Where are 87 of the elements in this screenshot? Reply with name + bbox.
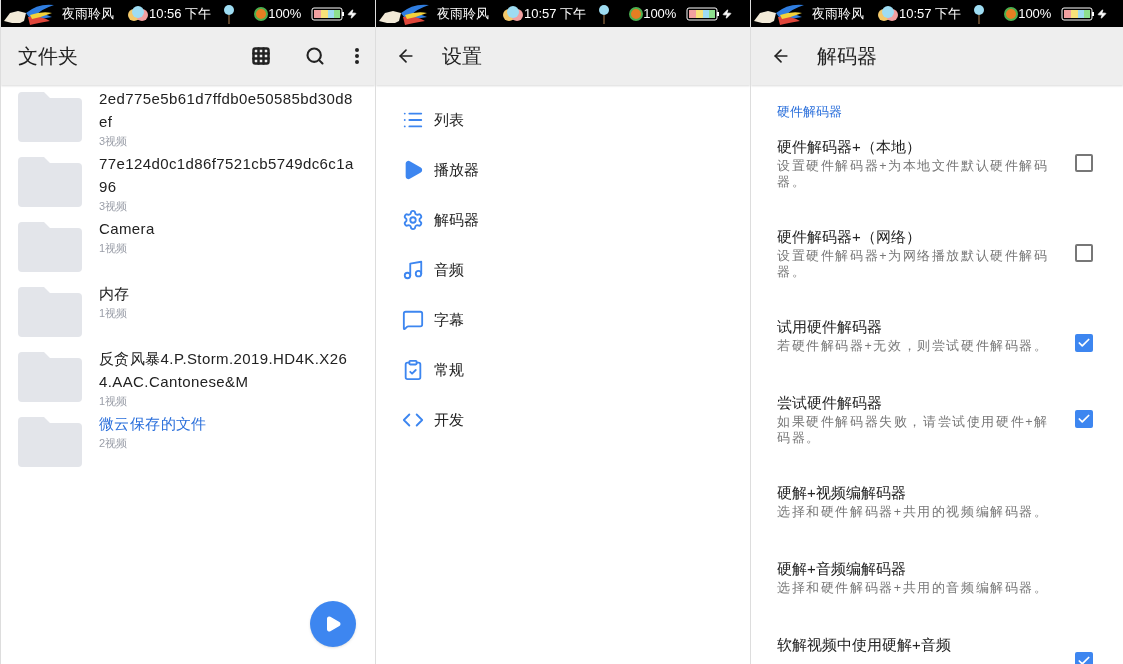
settings-menu-item[interactable]: 字幕 (376, 295, 750, 345)
balloon-icon (973, 3, 986, 24)
balloons-icon (877, 4, 899, 23)
charging-icon (1097, 8, 1108, 19)
folder-icon (18, 92, 82, 142)
more-icon (355, 48, 359, 64)
section-header: 硬件解码器 (777, 103, 843, 121)
checkbox[interactable] (1075, 153, 1093, 172)
folder-icon (18, 417, 82, 467)
folder-name[interactable]: 反贪风暴4.P.Storm.2019.HD4K.X264.AAC.Cantonese&M (99, 347, 357, 393)
battery-percent: 100% (268, 4, 302, 23)
video-count: 3视频 (99, 199, 129, 214)
settings-menu-item[interactable]: 音频 (376, 245, 750, 295)
carrier-name: 夜雨聆风 (437, 4, 489, 23)
app-bar-title: 解码器 (817, 44, 877, 69)
folder-name[interactable]: 微云保存的文件 (99, 412, 357, 435)
setting-description: 设置硬件解码器+为本地文件默认硬件解码器。 (777, 157, 1050, 190)
setting-description: 如果硬件解码器失败，请尝试使用硬件+解码器。 (777, 413, 1050, 446)
setting-title: 硬件解码器+（本地） (777, 136, 922, 157)
wheel-icon (1004, 6, 1019, 21)
clipboard-check-icon (402, 359, 424, 381)
charging-icon (347, 8, 358, 19)
setting-title: 试用硬件解码器 (777, 316, 883, 337)
menu-label: 解码器 (434, 209, 479, 230)
settings-menu-item[interactable]: 开发 (376, 395, 750, 445)
setting-title: 硬件解码器+（网络） (777, 226, 922, 247)
folder-icon (18, 352, 82, 402)
folder-name[interactable]: Camera (99, 217, 357, 240)
menu-label: 列表 (434, 109, 464, 130)
checkbox[interactable] (1075, 651, 1093, 664)
folder-icon (18, 222, 82, 272)
setting-title: 软解视频中使用硬解+音频 (777, 634, 952, 655)
setting-title: 硬解+音频编解码器 (777, 558, 907, 579)
play-icon (324, 615, 342, 633)
menu-label: 音频 (434, 259, 464, 280)
music-note-icon (402, 259, 424, 281)
checkbox[interactable] (1075, 243, 1093, 262)
checkbox[interactable] (1075, 409, 1093, 428)
search-icon (305, 46, 325, 66)
video-count: 2视频 (99, 436, 129, 451)
app-bar-title: 设置 (442, 44, 482, 69)
setting-description: 若硬件解码器+无效，则尝试硬件解码器。 (777, 337, 1050, 354)
play-button[interactable] (310, 601, 356, 647)
folder-name[interactable]: 77e124d0c1d86f7521cb5749dc6c1a96 (99, 152, 357, 198)
menu-label: 字幕 (434, 309, 464, 330)
video-count: 3视频 (99, 134, 129, 149)
checkbox[interactable] (1075, 333, 1093, 352)
battery-percent: 100% (643, 4, 677, 23)
settings-menu-item[interactable]: 播放器 (376, 145, 750, 195)
folder-icon (18, 287, 82, 337)
settings-icon (402, 209, 424, 231)
grid-icon (251, 46, 271, 66)
video-count: 1视频 (99, 394, 129, 409)
carrier-name: 夜雨聆风 (62, 4, 114, 23)
charging-icon (722, 8, 733, 19)
message-icon (402, 309, 424, 331)
battery-icon (311, 6, 346, 21)
settings-menu-item[interactable]: 列表 (376, 95, 750, 145)
folder-name[interactable]: 内存 (99, 282, 357, 305)
setting-title: 尝试硬件解码器 (777, 392, 883, 413)
app-bar-title: 文件夹 (18, 44, 78, 69)
video-count: 1视频 (99, 306, 129, 321)
carrier-name: 夜雨聆风 (812, 4, 864, 23)
setting-title: 硬解+视频编解码器 (777, 482, 907, 503)
balloon-icon (223, 3, 236, 24)
wheel-icon (254, 6, 269, 21)
settings-menu-item[interactable]: 解码器 (376, 195, 750, 245)
wheel-icon (629, 6, 644, 21)
balloon-icon (598, 3, 611, 24)
balloons-icon (127, 4, 149, 23)
folder-name[interactable]: 2ed775e5b61d7ffdb0e50585bd30d8ef (99, 87, 357, 133)
menu-label: 开发 (434, 409, 464, 430)
balloons-icon (502, 4, 524, 23)
menu-label: 播放器 (434, 159, 479, 180)
setting-description: 选择和硬件解码器+共用的音频编解码器。 (777, 579, 1050, 596)
video-count: 1视频 (99, 241, 129, 256)
setting-description: 选择和硬件解码器+共用的视频编解码器。 (777, 503, 1050, 520)
menu-label: 常规 (434, 359, 464, 380)
setting-description: 设置硬件解码器+为网络播放默认硬件解码器。 (777, 247, 1050, 280)
settings-menu-item[interactable]: 常规 (376, 345, 750, 395)
battery-icon (686, 6, 721, 21)
battery-icon (1061, 6, 1096, 21)
clock-time: 10:56 下午 (149, 4, 212, 23)
folder-icon (18, 157, 82, 207)
battery-percent: 100% (1018, 4, 1052, 23)
clock-time: 10:57 下午 (524, 4, 587, 23)
clock-time: 10:57 下午 (899, 4, 962, 23)
